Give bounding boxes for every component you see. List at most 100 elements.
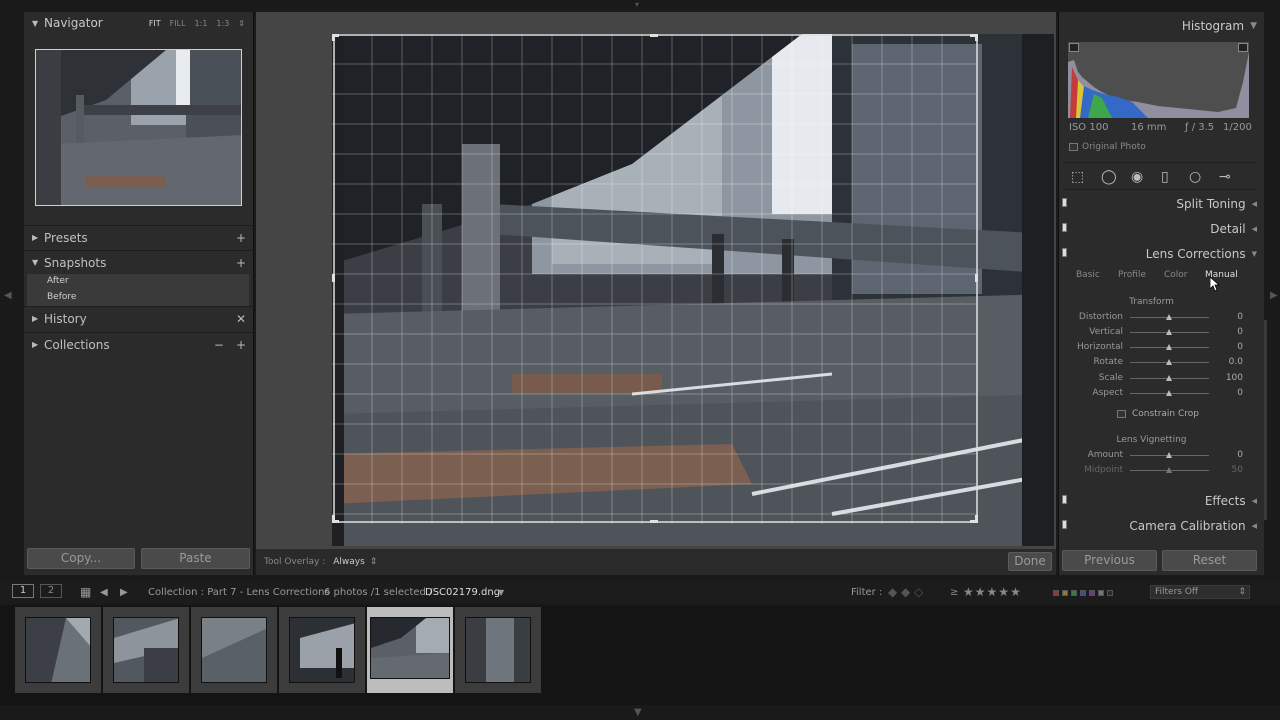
radial-filter-icon[interactable]: ○ (1189, 169, 1201, 185)
scale-slider[interactable]: Scale 100 (1059, 373, 1265, 387)
add-snapshot-icon[interactable]: + (236, 256, 246, 270)
expand-triangle-icon[interactable]: ▶ (32, 233, 44, 242)
shadow-clipping-icon[interactable] (1069, 43, 1079, 52)
slider-thumb[interactable] (1166, 375, 1172, 381)
panel-switch-icon[interactable] (1062, 520, 1067, 529)
filmstrip-thumbnail[interactable] (455, 607, 541, 693)
spot-removal-icon[interactable]: ◯ (1101, 169, 1117, 185)
expand-triangle-icon[interactable]: ◀ (1252, 225, 1257, 233)
tool-overlay-chevron-icon[interactable]: ⇕ (370, 557, 378, 567)
collapse-triangle-icon[interactable]: ▼ (1250, 21, 1257, 31)
midpoint-slider[interactable]: Midpoint 50 (1059, 465, 1265, 479)
aspect-slider[interactable]: Aspect 0 (1059, 388, 1265, 402)
panel-switch-icon[interactable] (1062, 495, 1067, 504)
collapse-triangle-icon[interactable]: ▼ (32, 258, 44, 267)
graduated-filter-icon[interactable]: ▯ (1161, 169, 1169, 185)
green-label-icon[interactable] (1071, 590, 1077, 596)
purple-label-icon[interactable] (1089, 590, 1095, 596)
slider-thumb[interactable] (1166, 467, 1172, 473)
zoom-1-1[interactable]: 1:1 (195, 19, 208, 28)
yellow-label-icon[interactable] (1062, 590, 1068, 596)
expand-triangle-icon[interactable]: ◀ (1252, 497, 1257, 505)
crop-overlay-icon[interactable]: ⬚ (1071, 169, 1084, 185)
previous-button[interactable]: Previous (1062, 550, 1157, 571)
original-photo-toggle[interactable]: Original Photo (1069, 142, 1146, 152)
panel-switch-icon[interactable] (1062, 223, 1067, 232)
filmstrip-thumbnail[interactable] (15, 607, 101, 693)
checkbox-icon[interactable] (1069, 143, 1078, 151)
slider-thumb[interactable] (1166, 314, 1172, 320)
add-collection-icon[interactable]: + (236, 338, 246, 352)
paste-button[interactable]: Paste (141, 548, 250, 569)
secondary-window-button[interactable]: 2 (40, 584, 62, 598)
photo-preview[interactable] (332, 34, 1054, 546)
remove-collection-icon[interactable]: − (214, 338, 224, 352)
detail-header[interactable]: Detail ◀ (1059, 217, 1265, 241)
navigator-header[interactable]: ▼ Navigator FIT FILL 1:1 1:3 ⇕ (24, 12, 253, 34)
tool-overlay-select[interactable]: Always (333, 557, 365, 567)
filename-dropdown-icon[interactable]: ▼ (498, 588, 504, 597)
collapse-triangle-icon[interactable]: ▼ (32, 19, 44, 28)
flag-filter-icon[interactable]: ◆ ◆ ◇ (888, 585, 923, 599)
filmstrip-thumbnail[interactable] (103, 607, 189, 693)
expand-triangle-icon[interactable]: ◀ (1252, 522, 1257, 530)
collections-section[interactable]: ▶ Collections − + (24, 332, 254, 356)
effects-header[interactable]: Effects ◀ (1059, 489, 1265, 513)
star-icon[interactable]: ★ (998, 585, 1009, 599)
done-button[interactable]: Done (1008, 552, 1052, 571)
copy-button[interactable]: Copy... (27, 548, 135, 569)
snapshot-item[interactable]: Before (27, 290, 249, 306)
amount-slider[interactable]: Amount 0 (1059, 450, 1265, 464)
slider-value[interactable]: 50 (1232, 465, 1243, 475)
expand-triangle-icon[interactable]: ▶ (32, 314, 44, 323)
zoom-menu-icon[interactable]: ⇕ (238, 19, 245, 28)
histogram-graph[interactable] (1068, 42, 1249, 118)
snapshots-section[interactable]: ▼ Snapshots + (24, 250, 254, 274)
rating-operator[interactable]: ≥ (950, 587, 958, 598)
panel-switch-icon[interactable] (1062, 198, 1067, 207)
back-arrow-icon[interactable]: ◀ (100, 587, 108, 598)
slider-value[interactable]: 0 (1237, 388, 1243, 398)
reset-button[interactable]: Reset (1162, 550, 1257, 571)
highlight-clipping-icon[interactable] (1238, 43, 1248, 52)
slider-thumb[interactable] (1166, 452, 1172, 458)
slider-thumb[interactable] (1166, 359, 1172, 365)
clear-history-icon[interactable]: ✕ (236, 312, 246, 326)
color-label-filter[interactable] (1053, 588, 1116, 599)
vertical-slider[interactable]: Vertical 0 (1059, 327, 1265, 341)
tab-basic[interactable]: Basic (1076, 270, 1100, 280)
grid-view-icon[interactable]: ▦ (80, 585, 91, 599)
filename[interactable]: DSC02179.dng (425, 587, 500, 598)
horizontal-slider[interactable]: Horizontal 0 (1059, 342, 1265, 356)
panel-switch-icon[interactable] (1062, 248, 1067, 257)
expand-triangle-icon[interactable]: ◀ (1252, 200, 1257, 208)
zoom-1-3[interactable]: 1:3 (216, 19, 229, 28)
right-panel-toggle-icon[interactable]: ▶ (1270, 290, 1278, 301)
filmstrip-thumbnail-selected[interactable] (367, 607, 453, 693)
filmstrip-thumbnail[interactable] (191, 607, 277, 693)
blue-label-icon[interactable] (1080, 590, 1086, 596)
star-icon[interactable]: ★ (987, 585, 998, 599)
slider-value[interactable]: 0 (1237, 327, 1243, 337)
forward-arrow-icon[interactable]: ▶ (120, 587, 128, 598)
star-icon[interactable]: ★ (1010, 585, 1021, 599)
history-section[interactable]: ▶ History ✕ (24, 306, 254, 330)
presets-section[interactable]: ▶ Presets + (24, 225, 254, 249)
left-panel-toggle-icon[interactable]: ◀ (4, 290, 12, 301)
bottom-panel-toggle-icon[interactable]: ▼ (634, 707, 642, 718)
slider-value[interactable]: 0 (1237, 312, 1243, 322)
filter-preset-select[interactable]: Filters Off ⇕ (1150, 585, 1250, 599)
red-label-icon[interactable] (1053, 590, 1059, 596)
filmstrip-thumbnail[interactable] (279, 607, 365, 693)
rotate-slider[interactable]: Rotate 0.0 (1059, 357, 1265, 371)
checkbox-icon[interactable] (1117, 410, 1126, 418)
slider-thumb[interactable] (1166, 329, 1172, 335)
primary-window-button[interactable]: 1 (12, 584, 34, 598)
star-icon[interactable]: ★ (963, 585, 974, 599)
snapshot-item[interactable]: After (27, 274, 249, 290)
histogram-header[interactable]: Histogram ▼ (1059, 14, 1265, 38)
expand-triangle-icon[interactable]: ▶ (32, 340, 44, 349)
star-icon[interactable]: ★ (975, 585, 986, 599)
gray-label-icon[interactable] (1098, 590, 1104, 596)
constrain-crop-toggle[interactable]: Constrain Crop (1117, 409, 1199, 419)
